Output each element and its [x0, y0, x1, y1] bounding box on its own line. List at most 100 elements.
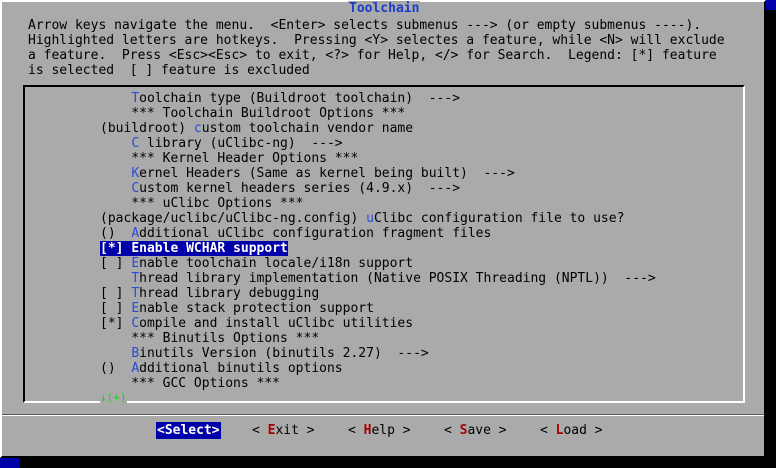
save-button[interactable]: < Save >: [444, 422, 507, 439]
menu-item-label: nable toolchain locale/i18n support: [139, 256, 414, 271]
help-text: Arrow keys navigate the menu. <Enter> se…: [28, 18, 758, 78]
menu-item-hotkey: C: [131, 136, 140, 151]
menu-item[interactable]: Toolchain type (Buildroot toolchain) ---…: [100, 91, 740, 106]
menu-item-label: nable WCHAR support: [139, 241, 288, 256]
menu-item-hotkey: u: [366, 211, 374, 226]
menu-item-label: oolchain type (Buildroot toolchain) --->: [139, 91, 461, 106]
menu-item-text: Kernel Headers (Same as kernel being bui…: [100, 166, 515, 181]
menu-item-text: () Additional binutils options: [100, 361, 343, 376]
scroll-more-indicator: ↓(+): [100, 391, 127, 404]
menu-item-prefix: (): [100, 226, 132, 241]
select-button[interactable]: <Select>: [156, 422, 221, 439]
menu-item-text: [*] Compile and install uClibc utilities: [100, 316, 413, 331]
menu-item-text: [ ] Thread library debugging: [100, 286, 319, 301]
menu-item-text: Custom kernel headers series (4.9.x) ---…: [100, 181, 460, 196]
menu-item[interactable]: *** uClibc Options ***: [100, 196, 740, 211]
menu-item[interactable]: () Additional uClibc configuration fragm…: [100, 226, 740, 241]
menu-item-prefix: [100, 346, 131, 361]
menu-item[interactable]: [*] Compile and install uClibc utilities: [100, 316, 740, 331]
menu-item[interactable]: *** Kernel Header Options ***: [100, 151, 740, 166]
menu-item-hotkey: E: [131, 301, 140, 316]
help-line: is selected [ ] feature is excluded: [28, 63, 310, 78]
menu-item-prefix: *** Binutils Options ***: [100, 331, 320, 346]
menu-item[interactable]: [ ] Enable toolchain locale/i18n support: [100, 256, 740, 271]
menu-item-hotkey: C: [131, 181, 140, 196]
menu-item-label: dditional uClibc configuration fragment …: [139, 226, 492, 241]
dialog-title: Toolchain: [348, 1, 421, 16]
menu-item-label: Clibc configuration file to use?: [373, 211, 625, 226]
menu-item-prefix: [*]: [100, 241, 132, 256]
menu-item-text: (package/uclibc/uClibc-ng.config) uClibc…: [100, 211, 624, 226]
help-line: Highlighted letters are hotkeys. Pressin…: [28, 33, 725, 48]
menu-item-text: *** GCC Options ***: [100, 376, 280, 391]
menu-item-label: hread library debugging: [139, 286, 320, 301]
menu-item[interactable]: () Additional binutils options: [100, 361, 740, 376]
menu-item-hotkey: T: [131, 271, 140, 286]
menu-item[interactable]: Kernel Headers (Same as kernel being bui…: [100, 166, 740, 181]
menu-item-text: Toolchain type (Buildroot toolchain) ---…: [100, 91, 460, 106]
menu-item-hotkey: E: [131, 241, 140, 256]
menu-item-text: *** Binutils Options ***: [100, 331, 319, 346]
menu-item[interactable]: *** GCC Options ***: [100, 376, 740, 391]
menu-item-label: hread library implementation (Native POS…: [139, 271, 656, 286]
menu-item-prefix: *** GCC Options ***: [100, 376, 281, 391]
menu-item-label: ernel Headers (Same as kernel being buil…: [139, 166, 515, 181]
menu-item-hotkey: A: [131, 226, 140, 241]
menu-item[interactable]: (package/uclibc/uClibc-ng.config) uClibc…: [100, 211, 740, 226]
menu-item-prefix: [100, 181, 131, 196]
menu-item-label: ompile and install uClibc utilities: [139, 316, 414, 331]
menu-item-prefix: (buildroot): [100, 121, 194, 136]
menu-item-prefix: (package/uclibc/uClibc-ng.config): [100, 211, 367, 226]
menu-item-prefix: [ ]: [100, 256, 132, 271]
menu-item-hotkey: T: [131, 91, 140, 106]
menu-item-prefix: *** uClibc Options ***: [100, 196, 304, 211]
menu-item-label: ustom toolchain vendor name: [201, 121, 414, 136]
menu-item[interactable]: (buildroot) custom toolchain vendor name: [100, 121, 740, 136]
menu-item-hotkey: T: [131, 286, 140, 301]
menu-list: Toolchain type (Buildroot toolchain) ---…: [100, 91, 740, 391]
menu-item-label: ustom kernel headers series (4.9.x) --->: [139, 181, 461, 196]
menu-item-prefix: [100, 166, 131, 181]
menu-item-prefix: [ ]: [100, 286, 132, 301]
menu-item-text: *** Toolchain Buildroot Options ***: [100, 106, 405, 121]
menu-item[interactable]: Custom kernel headers series (4.9.x) ---…: [100, 181, 740, 196]
menu-item-prefix: [ ]: [100, 301, 132, 316]
help-button[interactable]: < Help >: [348, 422, 411, 439]
menu-item-prefix: *** Kernel Header Options ***: [100, 151, 359, 166]
menu-item-hotkey: E: [131, 256, 140, 271]
menu-item[interactable]: [ ] Enable stack protection support: [100, 301, 740, 316]
exit-button[interactable]: < Exit >: [252, 422, 315, 439]
menu-item-prefix: [100, 91, 131, 106]
menu-item-text: () Additional uClibc configuration fragm…: [100, 226, 491, 241]
menu-item-text: Thread library implementation (Native PO…: [100, 271, 656, 286]
menu-item-label: nable stack protection support: [139, 301, 374, 316]
menu-item-prefix: (): [100, 361, 132, 376]
menu-item[interactable]: *** Toolchain Buildroot Options ***: [100, 106, 740, 121]
menu-item-text: [ ] Enable toolchain locale/i18n support: [100, 256, 413, 271]
menu-item-label: inutils Version (binutils 2.27) --->: [139, 346, 429, 361]
menu-item-hotkey: B: [131, 346, 140, 361]
menu-item[interactable]: *** Binutils Options ***: [100, 331, 740, 346]
menu-item-label: dditional binutils options: [139, 361, 343, 376]
menu-item-text: (buildroot) custom toolchain vendor name: [100, 121, 413, 136]
menu-item-text: [ ] Enable stack protection support: [100, 301, 374, 316]
menu-item-hotkey: c: [193, 121, 202, 136]
menu-item-text: [*] Enable WCHAR support: [100, 241, 288, 256]
menu-item[interactable]: Binutils Version (binutils 2.27) --->: [100, 346, 740, 361]
button-divider: [2, 414, 764, 416]
button-bar: <Select> < Exit > < Help > < Save > < Lo…: [2, 422, 764, 440]
menu-item[interactable]: C library (uClibc-ng) --->: [100, 136, 740, 151]
menu-item-text: *** uClibc Options ***: [100, 196, 304, 211]
menu-item[interactable]: Thread library implementation (Native PO…: [100, 271, 740, 286]
menu-item-selected[interactable]: [*] Enable WCHAR support: [100, 241, 740, 256]
menu-item[interactable]: [ ] Thread library debugging: [100, 286, 740, 301]
menu-item-hotkey: K: [131, 166, 140, 181]
help-line: Arrow keys navigate the menu. <Enter> se…: [28, 18, 702, 33]
menu-item-text: *** Kernel Header Options ***: [100, 151, 358, 166]
menu-item-prefix: *** Toolchain Buildroot Options ***: [100, 106, 406, 121]
load-button[interactable]: < Load >: [540, 422, 603, 439]
menu-item-prefix: [100, 271, 131, 286]
menu-item-text: C library (uClibc-ng) --->: [100, 136, 342, 151]
menu-item-prefix: [*]: [100, 316, 132, 331]
help-line: a feature. Press <Esc><Esc> to exit, <?>…: [28, 48, 717, 63]
